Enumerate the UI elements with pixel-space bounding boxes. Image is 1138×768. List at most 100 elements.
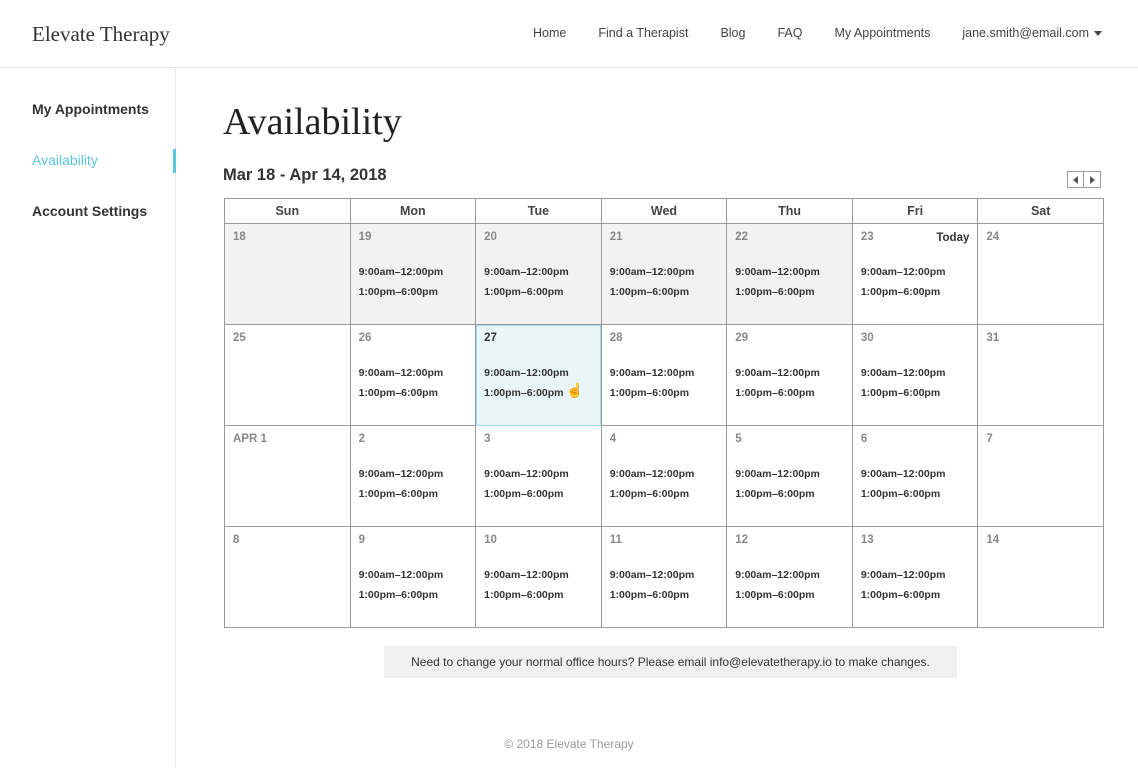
sidebar-item-my-appointments[interactable]: My Appointments	[32, 101, 149, 117]
calendar-day-cell[interactable]: 24	[977, 223, 1104, 325]
sidebar-item-availability[interactable]: Availability	[32, 152, 98, 168]
brand-logo[interactable]: Elevate Therapy	[32, 22, 170, 47]
caret-down-icon	[1094, 30, 1102, 36]
availability-slot[interactable]: 9:00am–12:00pm	[610, 266, 695, 278]
prev-button[interactable]	[1067, 171, 1084, 188]
calendar-day-cell[interactable]: 11 9:00am–12:00pm 1:00pm–6:00pm	[600, 526, 728, 628]
day-number: 12	[735, 534, 749, 546]
calendar-day-cell[interactable]: 28 9:00am–12:00pm 1:00pm–6:00pm	[600, 324, 728, 426]
availability-slot[interactable]: 9:00am–12:00pm	[359, 367, 444, 379]
weekday-header: Wed	[600, 198, 728, 224]
nav-home[interactable]: Home	[533, 26, 566, 40]
availability-slot[interactable]: 1:00pm–6:00pm	[735, 589, 814, 601]
calendar-day-cell[interactable]: APR 1	[224, 425, 351, 527]
day-number: 22	[735, 231, 749, 243]
availability-slot[interactable]: 1:00pm–6:00pm	[735, 488, 814, 500]
availability-slot[interactable]: 1:00pm–6:00pm	[359, 488, 438, 500]
availability-slot[interactable]: 9:00am–12:00pm	[610, 468, 695, 480]
calendar-day-cell[interactable]: 6 9:00am–12:00pm 1:00pm–6:00pm	[851, 425, 979, 527]
availability-slot[interactable]: 1:00pm–6:00pm	[484, 589, 563, 601]
availability-slot[interactable]: 9:00am–12:00pm	[359, 266, 444, 278]
availability-slot[interactable]: 1:00pm–6:00pm	[610, 387, 689, 399]
availability-slot[interactable]: 9:00am–12:00pm	[484, 266, 569, 278]
availability-slot[interactable]: 1:00pm–6:00pm	[484, 387, 563, 399]
hand-pointer-icon: ☝	[566, 382, 584, 398]
availability-slot[interactable]: 9:00am–12:00pm	[735, 468, 820, 480]
availability-slot[interactable]: 1:00pm–6:00pm	[359, 286, 438, 298]
weekday-header: Fri	[851, 198, 979, 224]
availability-slot[interactable]: 1:00pm–6:00pm	[735, 286, 814, 298]
user-menu[interactable]: jane.smith@email.com	[962, 26, 1102, 40]
nav-blog[interactable]: Blog	[720, 26, 745, 40]
calendar-day-cell[interactable]: 8	[224, 526, 351, 628]
calendar-week-row: 18 19 9:00am–12:00pm 1:00pm–6:00pm 20 9:00am–…	[224, 223, 1104, 325]
weekday-header-row: Sun Mon Tue Wed Thu Fri Sat	[224, 198, 1104, 224]
weekday-header: Tue	[475, 198, 602, 224]
calendar-day-cell[interactable]: 26 9:00am–12:00pm 1:00pm–6:00pm	[349, 324, 477, 426]
calendar-day-cell[interactable]: 27 9:00am–12:00pm 1:00pm–6:00pm	[475, 324, 602, 426]
sidebar: My Appointments Availability Account Set…	[0, 68, 176, 768]
nav-faq[interactable]: FAQ	[777, 26, 802, 40]
day-number: APR 1	[233, 433, 267, 445]
calendar-day-cell[interactable]: 30 9:00am–12:00pm 1:00pm–6:00pm	[851, 324, 979, 426]
availability-slot[interactable]: 1:00pm–6:00pm	[861, 589, 940, 601]
calendar-day-cell[interactable]: 12 9:00am–12:00pm 1:00pm–6:00pm	[726, 526, 853, 628]
calendar-day-cell[interactable]: 14	[977, 526, 1104, 628]
calendar-day-cell[interactable]: 13 9:00am–12:00pm 1:00pm–6:00pm	[851, 526, 979, 628]
sidebar-item-account-settings[interactable]: Account Settings	[32, 203, 147, 219]
calendar-day-cell[interactable]: 10 9:00am–12:00pm 1:00pm–6:00pm	[475, 526, 602, 628]
date-range: Mar 18 - Apr 14, 2018	[223, 166, 387, 184]
calendar-day-cell[interactable]: 25	[224, 324, 351, 426]
day-number: 26	[358, 332, 372, 344]
calendar-day-cell[interactable]: 4 9:00am–12:00pm 1:00pm–6:00pm	[600, 425, 728, 527]
availability-slot[interactable]: 9:00am–12:00pm	[861, 468, 946, 480]
calendar-day-cell[interactable]: 31	[977, 324, 1104, 426]
nav-find-therapist[interactable]: Find a Therapist	[598, 26, 688, 40]
calendar-day-cell[interactable]: 2 9:00am–12:00pm 1:00pm–6:00pm	[349, 425, 477, 527]
availability-slot[interactable]: 9:00am–12:00pm	[735, 569, 820, 581]
availability-slot[interactable]: 1:00pm–6:00pm	[484, 488, 563, 500]
availability-slot[interactable]: 1:00pm–6:00pm	[610, 488, 689, 500]
user-email: jane.smith@email.com	[962, 26, 1089, 40]
day-number: 30	[860, 332, 874, 344]
availability-calendar: Sun Mon Tue Wed Thu Fri Sat 18 19 9:00am–12:00pm…	[224, 198, 1104, 628]
availability-slot[interactable]: 9:00am–12:00pm	[861, 266, 946, 278]
availability-slot[interactable]: 9:00am–12:00pm	[610, 367, 695, 379]
calendar-day-cell[interactable]: 19 9:00am–12:00pm 1:00pm–6:00pm	[349, 223, 477, 325]
calendar-day-cell[interactable]: 9 9:00am–12:00pm 1:00pm–6:00pm	[349, 526, 477, 628]
availability-slot[interactable]: 9:00am–12:00pm	[861, 367, 946, 379]
calendar-day-cell[interactable]: 20 9:00am–12:00pm 1:00pm–6:00pm	[475, 223, 602, 325]
availability-slot[interactable]: 1:00pm–6:00pm	[735, 387, 814, 399]
availability-slot[interactable]: 1:00pm–6:00pm	[359, 387, 438, 399]
availability-slot[interactable]: 9:00am–12:00pm	[484, 569, 569, 581]
availability-slot[interactable]: 9:00am–12:00pm	[484, 367, 569, 379]
availability-slot[interactable]: 1:00pm–6:00pm	[861, 488, 940, 500]
next-button[interactable]	[1084, 171, 1101, 188]
availability-slot[interactable]: 9:00am–12:00pm	[484, 468, 569, 480]
calendar-day-cell[interactable]: 29 9:00am–12:00pm 1:00pm–6:00pm	[726, 324, 853, 426]
availability-slot[interactable]: 1:00pm–6:00pm	[861, 387, 940, 399]
availability-slot[interactable]: 1:00pm–6:00pm	[861, 286, 940, 298]
calendar-day-cell[interactable]: 5 9:00am–12:00pm 1:00pm–6:00pm	[726, 425, 853, 527]
availability-slot[interactable]: 1:00pm–6:00pm	[359, 589, 438, 601]
calendar-day-cell[interactable]: 3 9:00am–12:00pm 1:00pm–6:00pm	[475, 425, 602, 527]
availability-slot[interactable]: 9:00am–12:00pm	[861, 569, 946, 581]
availability-slot[interactable]: 9:00am–12:00pm	[610, 569, 695, 581]
calendar-day-cell[interactable]: 18	[224, 223, 351, 325]
availability-slot[interactable]: 1:00pm–6:00pm	[610, 286, 689, 298]
day-number: 31	[986, 332, 1000, 344]
availability-slot[interactable]: 9:00am–12:00pm	[359, 569, 444, 581]
availability-slot[interactable]: 1:00pm–6:00pm	[610, 589, 689, 601]
availability-slot[interactable]: 9:00am–12:00pm	[735, 266, 820, 278]
availability-slot[interactable]: 9:00am–12:00pm	[735, 367, 820, 379]
calendar-day-cell[interactable]: 22 9:00am–12:00pm 1:00pm–6:00pm	[726, 223, 853, 325]
availability-slot[interactable]: 1:00pm–6:00pm	[484, 286, 563, 298]
calendar-day-cell[interactable]: 23 Today 9:00am–12:00pm 1:00pm–6:00pm	[851, 223, 979, 325]
nav-my-appointments[interactable]: My Appointments	[834, 26, 930, 40]
day-number: 29	[735, 332, 749, 344]
calendar-day-cell[interactable]: 21 9:00am–12:00pm 1:00pm–6:00pm	[600, 223, 728, 325]
chevron-right-icon	[1089, 175, 1095, 184]
availability-slot[interactable]: 9:00am–12:00pm	[359, 468, 444, 480]
calendar-day-cell[interactable]: 7	[977, 425, 1104, 527]
main-nav: Home Find a Therapist Blog FAQ My Appoin…	[501, 26, 1102, 40]
